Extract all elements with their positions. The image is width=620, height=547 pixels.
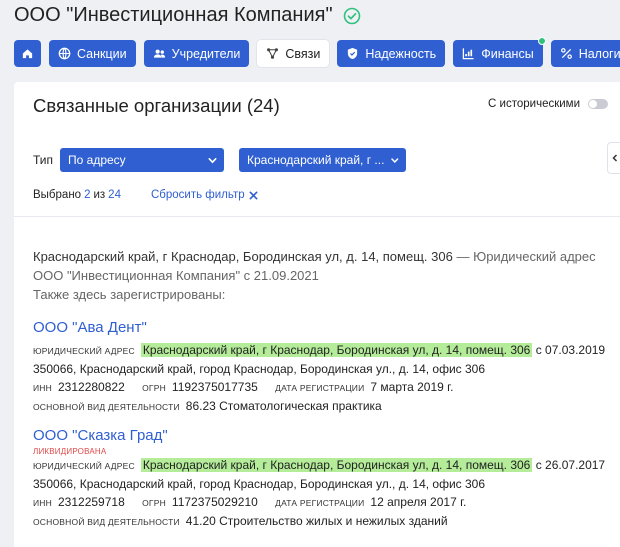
- tab-reliability[interactable]: Надежность: [337, 40, 446, 67]
- activity-label: основной вид деятельности: [33, 402, 180, 412]
- org-name-link[interactable]: ООО "Ава Дент": [33, 319, 613, 337]
- org-legal-address-line: юридический адрес Краснодарский край, г К…: [33, 456, 613, 475]
- history-toggle-label: С историческими: [488, 98, 580, 110]
- inn-value: 2312259718: [58, 495, 125, 509]
- tab-reliability-label: Надежность: [365, 46, 437, 61]
- home-icon: [22, 49, 33, 59]
- ogrn-label: ОГРН: [142, 383, 166, 393]
- close-icon: [249, 191, 258, 199]
- org-status-badge: ликвидирована: [33, 447, 107, 456]
- tab-links-label: Связи: [285, 46, 321, 61]
- tab-links[interactable]: Связи: [257, 40, 330, 67]
- region-select[interactable]: Краснодарский край, г ...: [239, 148, 407, 172]
- network-icon: [267, 48, 279, 59]
- reg-date-label: дата регистрации: [275, 498, 365, 508]
- chevron-left-icon: [611, 154, 617, 162]
- address-line-2: ООО "Инвестиционная Компания" с 21.09.20…: [33, 268, 319, 283]
- tab-founders-label: Учредители: [171, 46, 241, 61]
- org-card: ООО "Ава Дент" юридический адрес Краснода…: [33, 319, 613, 416]
- legal-address-highlight: Краснодарский край, г Краснодар, Бородин…: [140, 343, 533, 357]
- activity-label: основной вид деятельности: [33, 517, 180, 527]
- verified-check-icon: [343, 7, 361, 25]
- org-activity-line: основной вид деятельности 86.23 Стоматоло…: [33, 397, 613, 416]
- divider: [14, 216, 620, 217]
- org-name-link[interactable]: ООО "Сказка Град": [33, 427, 613, 445]
- ogrn-label: ОГРН: [142, 498, 166, 508]
- chevron-down-icon: [208, 157, 217, 163]
- selection-summary: Выбрано 2 из 24 Сбросить фильтр: [33, 189, 258, 201]
- legal-address-since: с 26.07.2017: [535, 458, 606, 472]
- history-toggle[interactable]: С историческими: [488, 98, 608, 110]
- inn-label: ИНН: [33, 498, 52, 508]
- reset-filter-label: Сбросить фильтр: [150, 189, 245, 201]
- type-select-value: По адресу: [68, 153, 126, 167]
- tab-finance[interactable]: Финансы: [453, 37, 546, 67]
- org-card: ООО "Сказка Град" ликвидирована юридичес…: [33, 427, 613, 531]
- region-select-value: Краснодарский край, г ...: [247, 153, 385, 167]
- company-title: ООО "Инвестиционная Компания": [14, 4, 333, 26]
- filter-row: Тип По адресу Краснодарский край, г ...: [33, 148, 407, 172]
- tab-taxes-label: Налоги: [578, 46, 620, 61]
- reg-date-value: 7 марта 2019 г.: [370, 380, 454, 394]
- address-line-3: Также здесь зарегистрированы:: [33, 287, 226, 302]
- reg-date-value: 12 апреля 2017 г.: [370, 495, 467, 509]
- tab-finance-label: Финансы: [481, 46, 534, 61]
- globe-icon: [58, 47, 71, 60]
- selection-prefix: Выбрано: [33, 189, 82, 201]
- ogrn-value: 1172375029210: [171, 495, 258, 509]
- inn-value: 2312280822: [58, 380, 125, 394]
- shared-address: Краснодарский край, г Краснодар, Бородин…: [33, 249, 453, 264]
- related-orgs-panel: Связанные организации (24) С исторически…: [14, 82, 620, 547]
- tab-sanctions-label: Санкции: [77, 46, 127, 61]
- inn-label: ИНН: [33, 383, 52, 393]
- org-legal-address-line: юридический адрес Краснодарский край, г К…: [33, 341, 613, 360]
- notification-dot: [537, 37, 546, 45]
- address-line-1: Краснодарский край, г Краснодар, Бородин…: [33, 247, 613, 266]
- legal-address-label: юридический адрес: [33, 461, 135, 471]
- org-postal-address: 350066, Краснодарский край, город Красно…: [33, 477, 486, 491]
- address-type: — Юридический адрес: [456, 249, 596, 264]
- activity-value: 86.23 Стоматологическая практика: [185, 399, 382, 413]
- selection-total-count: 24: [108, 189, 121, 201]
- legal-address-label: юридический адрес: [33, 346, 135, 356]
- selection-of: из: [93, 189, 106, 201]
- org-registry-line: ИНН 2312259718 ОГРН 1172375029210 дата рег…: [33, 493, 613, 512]
- address-block: Краснодарский край, г Краснодар, Бородин…: [33, 247, 613, 304]
- org-registry-line: ИНН 2312280822 ОГРН 1192375017735 дата рег…: [33, 378, 613, 397]
- company-header: ООО "Инвестиционная Компания": [14, 4, 361, 27]
- org-postal-address: 350066, Краснодарский край, город Красно…: [33, 362, 486, 376]
- selection-selected-count: 2: [84, 189, 91, 201]
- tab-sanctions[interactable]: Санкции: [49, 40, 136, 67]
- tab-home[interactable]: [14, 40, 41, 67]
- legal-address-since: с 07.03.2019: [535, 343, 606, 357]
- panel-title: Связанные организации (24): [33, 95, 280, 116]
- tab-taxes[interactable]: Налоги: [550, 40, 620, 67]
- users-icon: [153, 49, 165, 58]
- section-tabs: Санкции Учредители Связи Надежность Фина…: [14, 37, 620, 67]
- reset-filter-link[interactable]: Сбросить фильтр: [151, 189, 258, 201]
- shield-icon: [348, 47, 358, 60]
- chart-icon: [462, 48, 474, 60]
- org-activity-line: основной вид деятельности 41.20 Строитель…: [33, 512, 613, 531]
- percent-icon: [560, 48, 572, 59]
- tab-founders[interactable]: Учредители: [143, 40, 250, 67]
- reg-date-label: дата регистрации: [275, 383, 365, 393]
- collapse-panel-handle[interactable]: [607, 142, 620, 174]
- type-select[interactable]: По адресу: [60, 148, 225, 172]
- legal-address-highlight: Краснодарский край, г Краснодар, Бородин…: [140, 458, 533, 472]
- activity-value: 41.20 Строительство жилых и нежилых здан…: [185, 514, 448, 528]
- history-switch[interactable]: [588, 99, 608, 109]
- chevron-down-icon: [391, 157, 399, 163]
- ogrn-value: 1192375017735: [171, 380, 258, 394]
- type-label: Тип: [33, 153, 54, 167]
